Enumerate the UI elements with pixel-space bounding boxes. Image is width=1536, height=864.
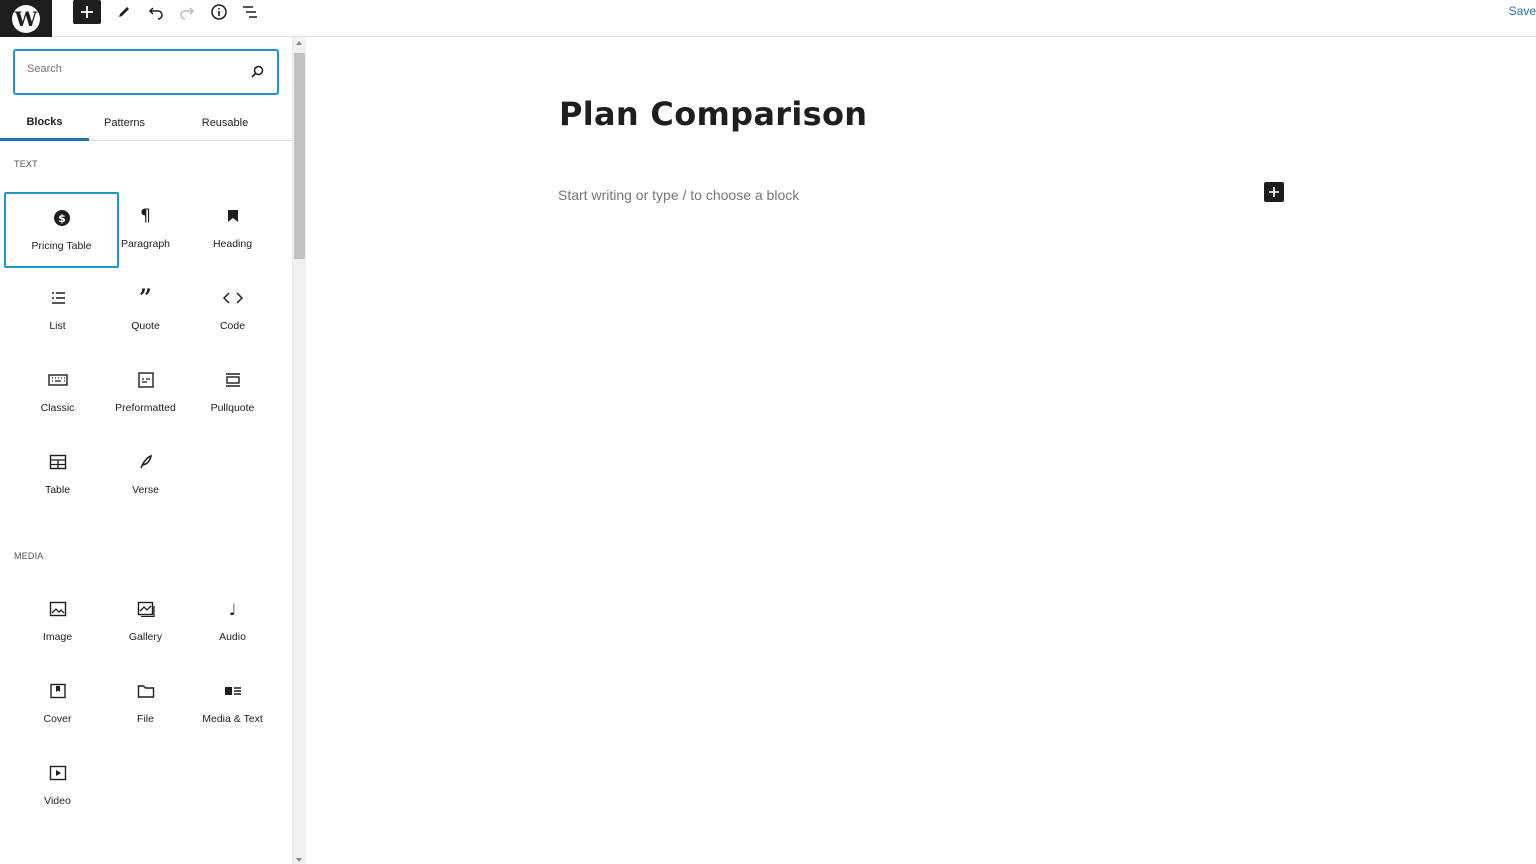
inserter-scrollbar[interactable] [292, 37, 306, 864]
plus-icon [81, 6, 93, 18]
paragraph-icon: ¶ [140, 206, 151, 226]
media-text-icon [224, 687, 241, 695]
wordpress-icon: W [12, 4, 40, 33]
block-label: Image [42, 631, 73, 643]
list-view-icon [243, 6, 257, 18]
image-icon [49, 601, 66, 617]
add-block-button[interactable] [73, 0, 101, 24]
redo-icon [180, 7, 195, 20]
code-icon [222, 292, 243, 304]
list-view-button[interactable] [236, 0, 264, 24]
svg-text:$: $ [58, 212, 66, 225]
folder-icon [137, 685, 154, 698]
pencil-icon [119, 7, 129, 17]
inserter-tabs: Blocks Patterns Reusable [0, 105, 292, 141]
block-heading[interactable]: Heading [175, 192, 290, 268]
block-label: Classic [40, 402, 75, 414]
scroll-up-arrow-icon[interactable] [296, 41, 302, 45]
post-title[interactable]: Plan Comparison [559, 95, 867, 133]
scroll-thumb[interactable] [294, 53, 305, 259]
block-label: Quote [131, 320, 160, 332]
scroll-down-arrow-icon[interactable] [296, 858, 302, 862]
bookmark-icon [227, 210, 238, 222]
save-button[interactable]: Save [1509, 4, 1536, 18]
search-input[interactable] [27, 63, 227, 75]
block-label: Audio [219, 631, 246, 643]
block-code[interactable]: Code [175, 274, 290, 350]
block-label: Video [44, 795, 71, 807]
block-video[interactable]: Video [0, 749, 115, 825]
top-toolbar: W Save [0, 0, 1536, 37]
block-label: Preformatted [115, 402, 176, 414]
feather-icon [139, 454, 152, 469]
undo-button[interactable] [142, 0, 170, 24]
tab-blocks[interactable]: Blocks [0, 105, 89, 141]
quote-icon: ” [139, 285, 152, 311]
block-pullquote[interactable]: Pullquote [175, 356, 290, 432]
dollar-icon: $ [53, 210, 70, 226]
video-icon [49, 765, 66, 781]
block-label: Code [219, 320, 246, 332]
block-placeholder[interactable]: Start writing or type / to choose a bloc… [558, 187, 799, 203]
cover-icon [49, 683, 66, 699]
category-title-text: TEXT [14, 159, 38, 169]
tab-reusable[interactable]: Reusable [182, 105, 268, 141]
search-icon [251, 65, 264, 78]
block-verse[interactable]: Verse [88, 438, 203, 514]
gallery-icon [137, 601, 155, 617]
block-label: Pullquote [210, 402, 255, 414]
block-audio[interactable]: ♩ Audio [175, 585, 290, 661]
undo-icon [148, 7, 163, 20]
pullquote-icon [225, 373, 240, 387]
block-label: Verse [132, 484, 159, 496]
table-icon [49, 454, 66, 470]
block-label: Cover [43, 713, 72, 725]
keyboard-icon [47, 374, 68, 386]
block-label: Heading [212, 238, 253, 250]
block-label: Pricing Table [31, 240, 92, 252]
block-label: Table [44, 484, 71, 496]
preformatted-icon [137, 372, 154, 388]
inline-add-block-button[interactable] [1264, 182, 1284, 202]
editor-canvas: Plan Comparison Start writing or type / … [306, 37, 1536, 864]
info-icon [211, 4, 227, 20]
block-label: Paragraph [120, 238, 171, 250]
tools-button[interactable] [110, 0, 138, 24]
redo-button[interactable] [173, 0, 201, 24]
block-label: File [137, 713, 154, 725]
block-media-text[interactable]: Media & Text [175, 667, 290, 743]
block-label: Gallery [128, 631, 163, 643]
block-label: List [49, 320, 66, 332]
category-title-media: MEDIA [14, 551, 44, 561]
search-field[interactable] [13, 49, 279, 95]
wordpress-logo-button[interactable]: W [0, 0, 52, 37]
music-note-icon: ♩ [228, 599, 237, 619]
block-inserter-panel: Blocks Patterns Reusable TEXT $ Pricing … [0, 37, 292, 864]
details-button[interactable] [205, 0, 233, 24]
list-icon [51, 292, 65, 304]
tab-patterns[interactable]: Patterns [89, 105, 160, 141]
block-label: Media & Text [202, 713, 263, 725]
plus-icon [1269, 187, 1279, 197]
